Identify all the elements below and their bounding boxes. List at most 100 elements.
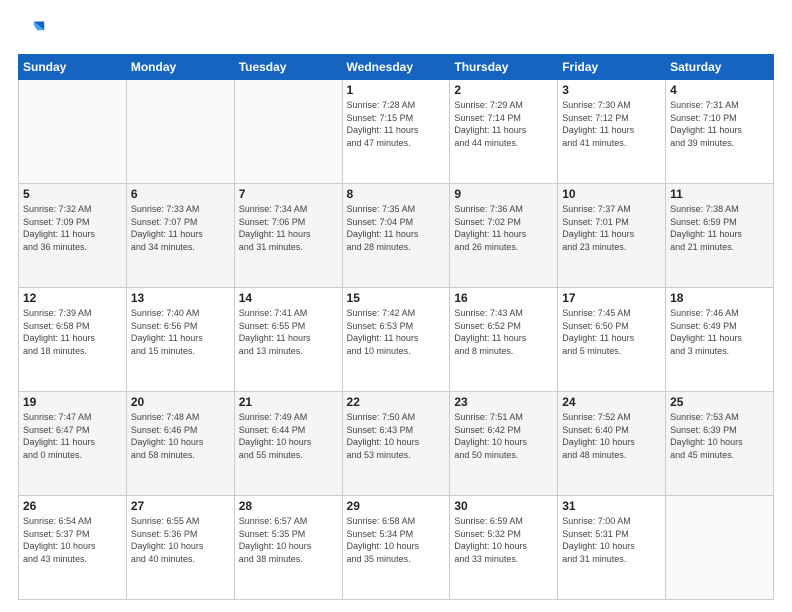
col-tuesday: Tuesday [234, 55, 342, 80]
day-number: 29 [347, 499, 446, 513]
calendar-cell: 5 Sunrise: 7:32 AM Sunset: 7:09 PM Daylig… [19, 184, 127, 288]
calendar-cell: 4 Sunrise: 7:31 AM Sunset: 7:10 PM Daylig… [666, 80, 774, 184]
calendar-week-row: 12Sunrise: 7:39 AM Sunset: 6:58 PM Dayli… [19, 288, 774, 392]
day-number: 13 [131, 291, 230, 305]
day-info: Sunrise: 7:46 AM Sunset: 6:49 PM Dayligh… [670, 307, 769, 357]
calendar-cell: 8 Sunrise: 7:35 AM Sunset: 7:04 PM Daylig… [342, 184, 450, 288]
day-info: Sunrise: 7:52 AM Sunset: 6:40 PM Dayligh… [562, 411, 661, 461]
day-number: 23 [454, 395, 553, 409]
day-number: 31 [562, 499, 661, 513]
calendar-table: Sunday Monday Tuesday Wednesday Thursday… [18, 54, 774, 600]
calendar-cell: 6Sunrise: 7:33 AM Sunset: 7:07 PM Daylig… [126, 184, 234, 288]
day-number: 17 [562, 291, 661, 305]
day-info: Sunrise: 6:57 AM Sunset: 5:35 PM Dayligh… [239, 515, 338, 565]
day-number: 16 [454, 291, 553, 305]
calendar-cell: 12Sunrise: 7:39 AM Sunset: 6:58 PM Dayli… [19, 288, 127, 392]
day-info: Sunrise: 7:31 AM Sunset: 7:10 PM Dayligh… [670, 99, 769, 149]
calendar-cell: 29 Sunrise: 6:58 AM Sunset: 5:34 PM Dayli… [342, 496, 450, 600]
calendar-cell [666, 496, 774, 600]
calendar-cell: 18 Sunrise: 7:46 AM Sunset: 6:49 PM Dayli… [666, 288, 774, 392]
day-info: Sunrise: 7:49 AM Sunset: 6:44 PM Dayligh… [239, 411, 338, 461]
day-info: Sunrise: 7:36 AM Sunset: 7:02 PM Dayligh… [454, 203, 553, 253]
col-monday: Monday [126, 55, 234, 80]
page: Sunday Monday Tuesday Wednesday Thursday… [0, 0, 792, 612]
calendar-cell: 10 Sunrise: 7:37 AM Sunset: 7:01 PM Dayli… [558, 184, 666, 288]
day-number: 14 [239, 291, 338, 305]
day-number: 4 [670, 83, 769, 97]
calendar-cell [126, 80, 234, 184]
col-wednesday: Wednesday [342, 55, 450, 80]
day-info: Sunrise: 7:28 AM Sunset: 7:15 PM Dayligh… [347, 99, 446, 149]
calendar-cell: 9 Sunrise: 7:36 AM Sunset: 7:02 PM Daylig… [450, 184, 558, 288]
day-number: 15 [347, 291, 446, 305]
calendar-week-row: 5 Sunrise: 7:32 AM Sunset: 7:09 PM Daylig… [19, 184, 774, 288]
calendar-cell: 22 Sunrise: 7:50 AM Sunset: 6:43 PM Dayli… [342, 392, 450, 496]
day-info: Sunrise: 7:00 AM Sunset: 5:31 PM Dayligh… [562, 515, 661, 565]
col-thursday: Thursday [450, 55, 558, 80]
day-number: 26 [23, 499, 122, 513]
day-info: Sunrise: 7:37 AM Sunset: 7:01 PM Dayligh… [562, 203, 661, 253]
day-number: 27 [131, 499, 230, 513]
day-number: 18 [670, 291, 769, 305]
calendar-cell: 1 Sunrise: 7:28 AM Sunset: 7:15 PM Daylig… [342, 80, 450, 184]
calendar-header-row: Sunday Monday Tuesday Wednesday Thursday… [19, 55, 774, 80]
calendar-cell: 3 Sunrise: 7:30 AM Sunset: 7:12 PM Daylig… [558, 80, 666, 184]
day-number: 10 [562, 187, 661, 201]
day-info: Sunrise: 7:35 AM Sunset: 7:04 PM Dayligh… [347, 203, 446, 253]
calendar-cell: 20 Sunrise: 7:48 AM Sunset: 6:46 PM Dayli… [126, 392, 234, 496]
calendar-cell: 11 Sunrise: 7:38 AM Sunset: 6:59 PM Dayli… [666, 184, 774, 288]
day-number: 1 [347, 83, 446, 97]
day-number: 8 [347, 187, 446, 201]
calendar-cell: 25Sunrise: 7:53 AM Sunset: 6:39 PM Dayli… [666, 392, 774, 496]
day-info: Sunrise: 7:34 AM Sunset: 7:06 PM Dayligh… [239, 203, 338, 253]
calendar-cell: 2Sunrise: 7:29 AM Sunset: 7:14 PM Daylig… [450, 80, 558, 184]
header [18, 18, 774, 46]
day-info: Sunrise: 7:50 AM Sunset: 6:43 PM Dayligh… [347, 411, 446, 461]
calendar-week-row: 19Sunrise: 7:47 AM Sunset: 6:47 PM Dayli… [19, 392, 774, 496]
day-number: 2 [454, 83, 553, 97]
calendar-cell: 13 Sunrise: 7:40 AM Sunset: 6:56 PM Dayli… [126, 288, 234, 392]
col-saturday: Saturday [666, 55, 774, 80]
day-info: Sunrise: 7:42 AM Sunset: 6:53 PM Dayligh… [347, 307, 446, 357]
day-info: Sunrise: 6:55 AM Sunset: 5:36 PM Dayligh… [131, 515, 230, 565]
day-number: 28 [239, 499, 338, 513]
day-number: 3 [562, 83, 661, 97]
day-info: Sunrise: 6:59 AM Sunset: 5:32 PM Dayligh… [454, 515, 553, 565]
day-number: 20 [131, 395, 230, 409]
calendar-cell: 28 Sunrise: 6:57 AM Sunset: 5:35 PM Dayli… [234, 496, 342, 600]
col-friday: Friday [558, 55, 666, 80]
day-number: 7 [239, 187, 338, 201]
day-info: Sunrise: 7:43 AM Sunset: 6:52 PM Dayligh… [454, 307, 553, 357]
day-info: Sunrise: 7:41 AM Sunset: 6:55 PM Dayligh… [239, 307, 338, 357]
calendar-cell: 23 Sunrise: 7:51 AM Sunset: 6:42 PM Dayli… [450, 392, 558, 496]
day-info: Sunrise: 6:54 AM Sunset: 5:37 PM Dayligh… [23, 515, 122, 565]
calendar-cell [234, 80, 342, 184]
calendar-cell: 26 Sunrise: 6:54 AM Sunset: 5:37 PM Dayli… [19, 496, 127, 600]
day-info: Sunrise: 7:45 AM Sunset: 6:50 PM Dayligh… [562, 307, 661, 357]
day-info: Sunrise: 6:58 AM Sunset: 5:34 PM Dayligh… [347, 515, 446, 565]
day-info: Sunrise: 7:32 AM Sunset: 7:09 PM Dayligh… [23, 203, 122, 253]
calendar-cell: 17 Sunrise: 7:45 AM Sunset: 6:50 PM Dayli… [558, 288, 666, 392]
day-number: 9 [454, 187, 553, 201]
day-number: 21 [239, 395, 338, 409]
calendar-cell: 19Sunrise: 7:47 AM Sunset: 6:47 PM Dayli… [19, 392, 127, 496]
calendar-cell: 16 Sunrise: 7:43 AM Sunset: 6:52 PM Dayli… [450, 288, 558, 392]
calendar-cell: 14 Sunrise: 7:41 AM Sunset: 6:55 PM Dayli… [234, 288, 342, 392]
day-info: Sunrise: 7:40 AM Sunset: 6:56 PM Dayligh… [131, 307, 230, 357]
calendar-cell: 24 Sunrise: 7:52 AM Sunset: 6:40 PM Dayli… [558, 392, 666, 496]
day-info: Sunrise: 7:38 AM Sunset: 6:59 PM Dayligh… [670, 203, 769, 253]
day-info: Sunrise: 7:48 AM Sunset: 6:46 PM Dayligh… [131, 411, 230, 461]
col-sunday: Sunday [19, 55, 127, 80]
day-info: Sunrise: 7:30 AM Sunset: 7:12 PM Dayligh… [562, 99, 661, 149]
calendar-cell: 21 Sunrise: 7:49 AM Sunset: 6:44 PM Dayli… [234, 392, 342, 496]
day-number: 11 [670, 187, 769, 201]
day-number: 6 [131, 187, 230, 201]
day-number: 24 [562, 395, 661, 409]
day-number: 5 [23, 187, 122, 201]
day-number: 19 [23, 395, 122, 409]
day-number: 22 [347, 395, 446, 409]
logo [18, 18, 50, 46]
day-info: Sunrise: 7:51 AM Sunset: 6:42 PM Dayligh… [454, 411, 553, 461]
calendar-cell: 31 Sunrise: 7:00 AM Sunset: 5:31 PM Dayli… [558, 496, 666, 600]
logo-icon [18, 18, 46, 46]
